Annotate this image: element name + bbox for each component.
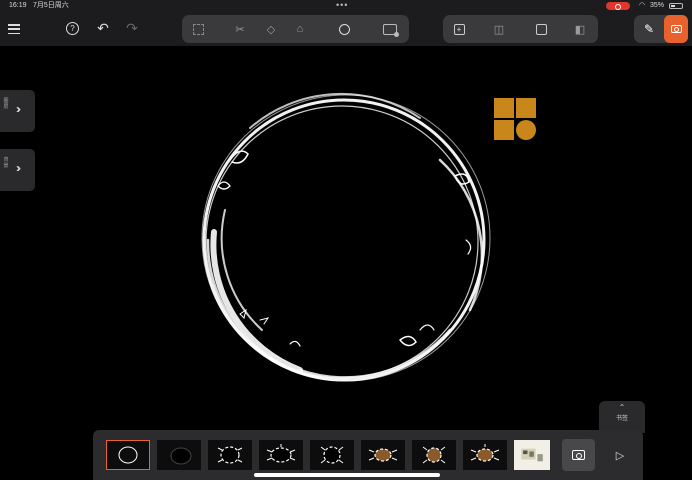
drawing-tools-group: ✂ ◇ ⌂: [182, 15, 409, 43]
play-icon[interactable]: ▷: [612, 447, 628, 463]
frame-thumbnail[interactable]: [106, 440, 150, 470]
multitask-dots-icon[interactable]: •••: [336, 0, 348, 11]
menu-icon[interactable]: [6, 22, 22, 36]
frame-thumbnail[interactable]: [208, 440, 252, 470]
copy-frame-icon[interactable]: [529, 15, 553, 43]
wifi-icon: ◠: [639, 2, 646, 9]
camera-capture-button[interactable]: [562, 439, 595, 471]
battery-icon: [669, 3, 683, 9]
animation-app: 16:19 7月5日周六 ••• ◠ 35% ? ↶ ↷ ✂ ◇ ⌂ + ◫ ◧…: [0, 0, 692, 480]
fill-icon[interactable]: ⌂: [288, 15, 312, 43]
pencil-icon[interactable]: ✎: [637, 15, 661, 43]
status-bar: 16:19 7月5日周六 ••• ◠ 35%: [0, 0, 692, 12]
add-frame-icon[interactable]: +: [447, 15, 471, 43]
delete-frame-icon[interactable]: ◧: [568, 15, 592, 43]
sparkle-ring-drawing: [201, 92, 491, 382]
undo-icon[interactable]: ↶: [95, 20, 111, 36]
eraser-icon[interactable]: ◇: [259, 15, 283, 43]
screen-record-icon: [606, 2, 630, 10]
insert-image-icon[interactable]: [378, 15, 402, 43]
camera-icon[interactable]: [664, 15, 688, 43]
brand-logo-image: [494, 98, 536, 140]
frame-thumbnail[interactable]: [361, 440, 405, 470]
select-icon[interactable]: [186, 15, 210, 43]
frame-thumbnail[interactable]: [310, 440, 354, 470]
help-icon[interactable]: ?: [66, 22, 79, 35]
status-date: 7月5日周六: [33, 2, 69, 9]
chevron-up-down-icon: ⌃: [618, 403, 626, 412]
brush-size-icon[interactable]: [332, 15, 356, 43]
frame-thumbnail[interactable]: [157, 440, 201, 470]
duplicate-frame-icon[interactable]: ◫: [487, 15, 511, 43]
battery-percent: 35%: [650, 2, 665, 9]
home-indicator: [254, 473, 440, 477]
status-time: 16:19: [9, 2, 27, 9]
bookmark-label: 书签: [615, 416, 628, 422]
app-logo-icon[interactable]: [36, 22, 50, 36]
camera-icon: [572, 450, 585, 460]
frame-thumbnail[interactable]: [259, 440, 303, 470]
frame-thumbnail-photo[interactable]: [514, 440, 550, 470]
cut-icon[interactable]: ✂: [228, 15, 252, 43]
battery-level: [671, 5, 675, 7]
redo-icon[interactable]: ↷: [124, 20, 140, 36]
frame-thumbnail[interactable]: [463, 440, 507, 470]
frame-tools-group: + ◫ ◧: [443, 15, 598, 43]
frame-thumbnail[interactable]: [412, 440, 456, 470]
bookmark-button[interactable]: ⌃ 书签: [599, 401, 645, 433]
